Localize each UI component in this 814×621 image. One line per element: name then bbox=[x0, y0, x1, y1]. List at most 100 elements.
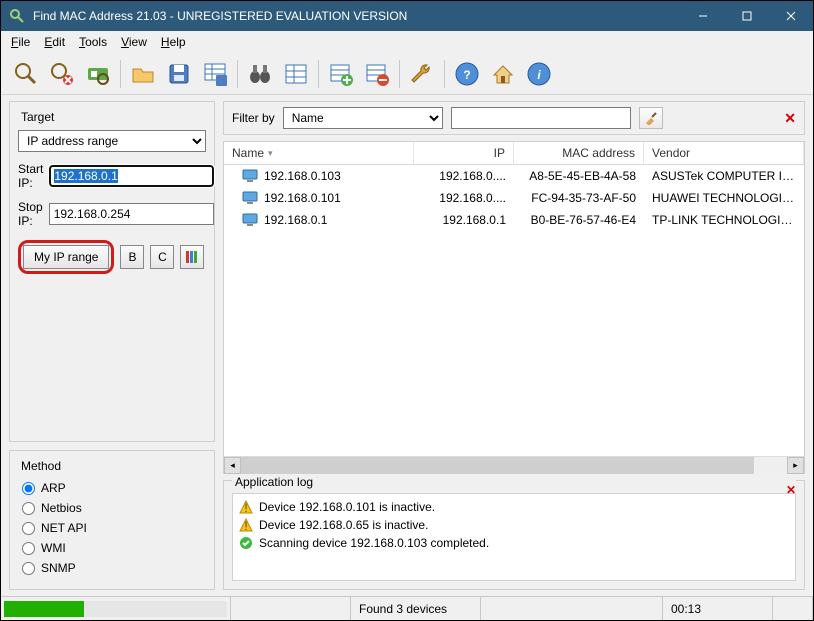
menu-view[interactable]: View bbox=[115, 33, 153, 51]
filter-clear-button[interactable] bbox=[639, 107, 663, 129]
cell-mac: A8-5E-45-EB-4A-58 bbox=[514, 167, 644, 185]
col-name-header[interactable]: Name ▾ bbox=[224, 142, 414, 164]
filter-value-input[interactable] bbox=[451, 107, 631, 129]
log-line: ! Device 192.168.0.101 is inactive. bbox=[237, 498, 791, 516]
method-panel: Method ARPNetbiosNET APIWMISNMP bbox=[9, 450, 215, 590]
col-vendor-header[interactable]: Vendor bbox=[644, 142, 804, 164]
menu-file[interactable]: File bbox=[5, 33, 36, 51]
log-legend: Application log bbox=[232, 475, 796, 489]
target-panel: Target IP address range Start IP: Stop I… bbox=[9, 101, 215, 442]
scroll-left-icon[interactable]: ◂ bbox=[224, 457, 241, 474]
toolbar-nic-icon[interactable] bbox=[81, 57, 115, 91]
filter-field-select[interactable]: Name bbox=[283, 107, 443, 129]
filter-close-icon[interactable]: ✕ bbox=[784, 110, 796, 127]
method-option-label: ARP bbox=[41, 481, 66, 495]
cell-ip: 192.168.0.1 bbox=[414, 211, 514, 229]
sort-asc-icon: ▾ bbox=[268, 148, 273, 159]
my-ip-range-button[interactable]: My IP range bbox=[23, 245, 109, 269]
log-line: Scanning device 192.168.0.103 completed. bbox=[237, 534, 791, 552]
method-option-snmp[interactable]: SNMP bbox=[22, 561, 202, 575]
minimize-button[interactable] bbox=[681, 1, 725, 31]
log-text: Device 192.168.0.65 is inactive. bbox=[259, 518, 428, 532]
stop-ip-input[interactable] bbox=[49, 203, 214, 225]
monitor-icon bbox=[242, 191, 258, 205]
class-b-button[interactable]: B bbox=[120, 245, 144, 269]
toolbar-grid1-icon[interactable] bbox=[279, 57, 313, 91]
table-row[interactable]: 192.168.0.103 192.168.0....A8-5E-45-EB-4A… bbox=[224, 165, 804, 187]
results-table: Name ▾ IP MAC address Vendor 192.168.0.1… bbox=[223, 141, 805, 474]
target-mode-select[interactable]: IP address range bbox=[18, 130, 206, 152]
progress-bar bbox=[4, 601, 227, 617]
toolbar-binoculars-icon[interactable] bbox=[243, 57, 277, 91]
cell-vendor: HUAWEI TECHNOLOGIES CO.,LTI bbox=[644, 189, 804, 207]
log-text: Scanning device 192.168.0.103 completed. bbox=[259, 536, 489, 550]
method-option-net-api[interactable]: NET API bbox=[22, 521, 202, 535]
toolbar: ? i bbox=[1, 53, 813, 95]
warning-icon: ! bbox=[239, 518, 253, 532]
class-c-button[interactable]: C bbox=[150, 245, 174, 269]
scroll-right-icon[interactable]: ▸ bbox=[787, 457, 804, 474]
close-button[interactable] bbox=[769, 1, 813, 31]
cell-vendor: TP-LINK TECHNOLOGIES CO.,LTI bbox=[644, 211, 804, 229]
start-ip-input[interactable] bbox=[49, 165, 214, 187]
col-ip-header[interactable]: IP bbox=[414, 142, 514, 164]
color-toggle-button[interactable] bbox=[180, 245, 204, 269]
cell-name: 192.168.0.101 bbox=[264, 191, 341, 205]
method-option-wmi[interactable]: WMI bbox=[22, 541, 202, 555]
log-line: ! Device 192.168.0.65 is inactive. bbox=[237, 516, 791, 534]
menu-edit[interactable]: Edit bbox=[38, 33, 71, 51]
toolbar-save-icon[interactable] bbox=[162, 57, 196, 91]
cell-name: 192.168.0.103 bbox=[264, 169, 341, 183]
horizontal-scrollbar[interactable]: ◂ ▸ bbox=[224, 456, 804, 473]
svg-text:!: ! bbox=[244, 519, 247, 532]
cell-vendor: ASUSTek COMPUTER INC. bbox=[644, 167, 804, 185]
table-row[interactable]: 192.168.0.1192.168.0.1B0-BE-76-57-46-E4T… bbox=[224, 209, 804, 231]
toolbar-open-icon[interactable] bbox=[126, 57, 160, 91]
cell-mac: B0-BE-76-57-46-E4 bbox=[514, 211, 644, 229]
target-legend: Target bbox=[18, 110, 57, 124]
col-mac-header[interactable]: MAC address bbox=[514, 142, 644, 164]
svg-text:!: ! bbox=[244, 501, 247, 514]
menu-tools[interactable]: Tools bbox=[73, 33, 113, 51]
app-icon bbox=[9, 8, 25, 24]
status-found: Found 3 devices bbox=[351, 597, 481, 620]
toolbar-search-cancel-icon[interactable] bbox=[45, 57, 79, 91]
method-option-label: Netbios bbox=[41, 501, 82, 515]
log-panel: Application log ✕ !Device 192.168.0.101 … bbox=[223, 480, 805, 590]
window-title: Find MAC Address 21.03 - UNREGISTERED EV… bbox=[33, 9, 681, 23]
color-bars-icon bbox=[185, 250, 199, 264]
warning-icon: ! bbox=[239, 500, 253, 514]
statusbar: Found 3 devices 00:13 bbox=[1, 596, 813, 620]
menubar: File Edit Tools View Help bbox=[1, 31, 813, 53]
log-text: Device 192.168.0.101 is inactive. bbox=[259, 500, 435, 514]
stop-ip-label: Stop IP: bbox=[18, 200, 43, 228]
filter-bar: Filter by Name ✕ bbox=[223, 101, 805, 135]
toolbar-wrench-icon[interactable] bbox=[405, 57, 439, 91]
app-window: Find MAC Address 21.03 - UNREGISTERED EV… bbox=[0, 0, 814, 621]
cell-ip: 192.168.0.... bbox=[414, 167, 514, 185]
cell-name: 192.168.0.1 bbox=[264, 213, 327, 227]
toolbar-help-icon[interactable]: ? bbox=[450, 57, 484, 91]
table-row[interactable]: 192.168.0.101192.168.0....FC-94-35-73-AF… bbox=[224, 187, 804, 209]
highlight-annotation: My IP range bbox=[18, 240, 114, 274]
toolbar-grid-remove-icon[interactable] bbox=[360, 57, 394, 91]
toolbar-grid-add-icon[interactable] bbox=[324, 57, 358, 91]
start-ip-label: Start IP: bbox=[18, 162, 43, 190]
monitor-icon bbox=[242, 213, 258, 227]
method-option-label: WMI bbox=[41, 541, 66, 555]
log-close-icon[interactable]: ✕ bbox=[786, 483, 796, 497]
toolbar-home-icon[interactable] bbox=[486, 57, 520, 91]
maximize-button[interactable] bbox=[725, 1, 769, 31]
toolbar-gridsave-icon[interactable] bbox=[198, 57, 232, 91]
toolbar-search-icon[interactable] bbox=[9, 57, 43, 91]
toolbar-info-icon[interactable]: i bbox=[522, 57, 556, 91]
monitor-icon bbox=[242, 169, 258, 183]
menu-help[interactable]: Help bbox=[155, 33, 192, 51]
check-icon bbox=[239, 536, 253, 550]
method-option-arp[interactable]: ARP bbox=[22, 481, 202, 495]
method-option-netbios[interactable]: Netbios bbox=[22, 501, 202, 515]
brush-icon bbox=[644, 111, 658, 125]
status-time: 00:13 bbox=[663, 597, 773, 620]
method-option-label: SNMP bbox=[41, 561, 76, 575]
cell-ip: 192.168.0.... bbox=[414, 189, 514, 207]
